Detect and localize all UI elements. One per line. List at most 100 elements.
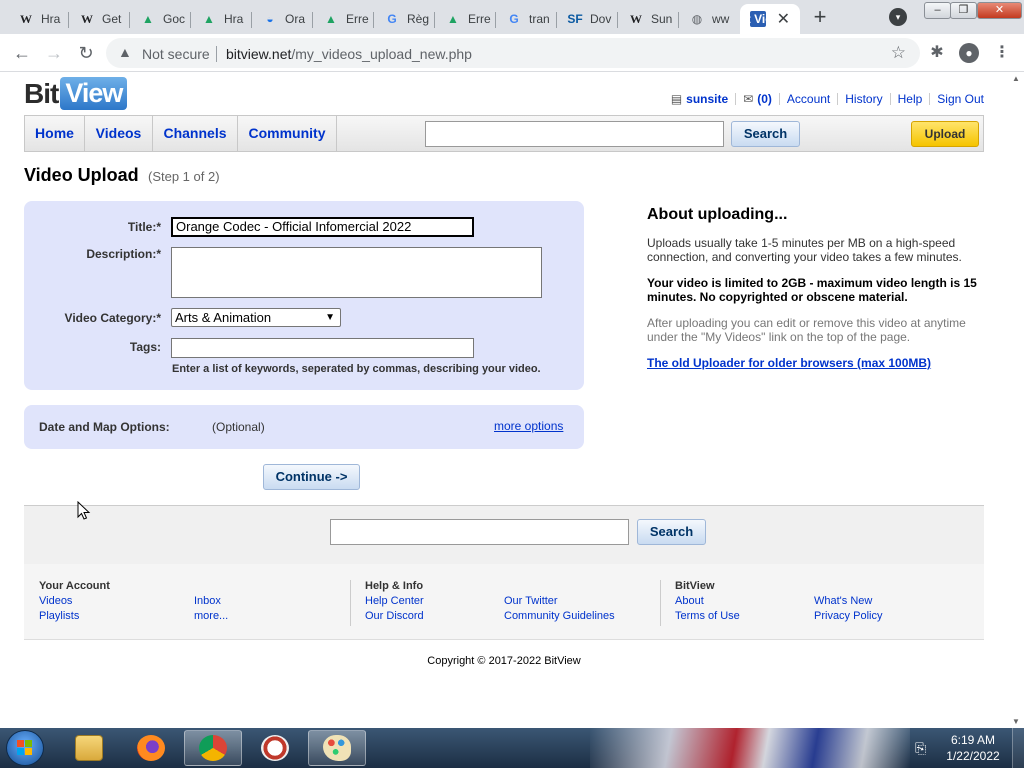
- upload-form-panel: Title:* Orange Codec - Official Infomerc…: [24, 201, 584, 390]
- back-arrow-icon[interactable]: ←: [8, 40, 36, 66]
- continue-button[interactable]: Continue ->: [263, 464, 360, 490]
- nav-tab-home[interactable]: Home: [25, 116, 85, 151]
- browser-tab[interactable]: W Hra: [8, 4, 69, 34]
- history-link[interactable]: History: [845, 92, 882, 106]
- new-tab-button[interactable]: +: [806, 6, 834, 30]
- globe-icon: ◍: [691, 12, 703, 26]
- nav-tab-videos[interactable]: Videos: [85, 116, 153, 151]
- scroll-up-arrow-icon[interactable]: ▲: [1012, 74, 1020, 83]
- window-close-button[interactable]: ✕: [977, 2, 1022, 19]
- address-bar[interactable]: ▲ Not secure bitview.net/my_videos_uploa…: [106, 38, 920, 68]
- footer-search-input[interactable]: [330, 519, 629, 545]
- footer-links: Your Account Videos Playlists Inbox more…: [24, 564, 984, 640]
- extensions-puzzle-icon[interactable]: ✱: [926, 42, 948, 64]
- sign-out-link[interactable]: Sign Out: [937, 92, 984, 106]
- footer-link-playlists[interactable]: Playlists: [39, 610, 79, 622]
- bookmark-star-icon[interactable]: ☆: [891, 43, 906, 63]
- category-select[interactable]: Arts & Animation ▼: [171, 308, 341, 327]
- username-link[interactable]: sunsite: [686, 92, 728, 106]
- tab-search-icon[interactable]: ▾: [889, 8, 907, 26]
- browser-tab-active[interactable]: Bit View ✕: [740, 4, 800, 34]
- browser-tab[interactable]: ▲ Erre: [313, 4, 374, 34]
- taskbar-firefox[interactable]: [122, 730, 180, 766]
- footer-link-help-center[interactable]: Help Center: [365, 595, 424, 607]
- firefox-icon: [137, 735, 165, 761]
- url-text[interactable]: bitview.net/my_videos_upload_new.php: [226, 46, 472, 62]
- taskbar-app[interactable]: [246, 730, 304, 766]
- browser-tab[interactable]: ▲ Goc: [130, 4, 191, 34]
- category-label: Video Category:*: [64, 311, 161, 325]
- browser-tab[interactable]: G tran: [496, 4, 557, 34]
- security-status[interactable]: Not secure: [142, 46, 210, 62]
- browser-tab[interactable]: ◒ Ora: [252, 4, 313, 34]
- date-map-options-panel: Date and Map Options: (Optional) more op…: [24, 405, 584, 449]
- chevron-down-icon: ▼: [325, 312, 335, 323]
- maximize-button[interactable]: ❐: [950, 2, 977, 19]
- header-search-input[interactable]: [425, 121, 724, 147]
- footer-heading-your-account: Your Account: [39, 580, 110, 592]
- forward-arrow-icon[interactable]: →: [40, 40, 68, 66]
- windows-taskbar: ⎘ 6:19 AM 1/22/2022: [0, 728, 1024, 768]
- footer-link-privacy-policy[interactable]: Privacy Policy: [814, 610, 882, 622]
- user-icon: ▤: [670, 92, 683, 106]
- footer-link-videos[interactable]: Videos: [39, 595, 72, 607]
- footer-heading-bitview: BitView: [675, 580, 715, 592]
- footer-link-whats-new[interactable]: What's New: [814, 595, 872, 607]
- title-input[interactable]: Orange Codec - Official Infomercial 2022: [171, 217, 474, 237]
- account-link[interactable]: Account: [787, 92, 830, 106]
- browser-tab[interactable]: ◍ ww: [679, 4, 740, 34]
- user-bar: ▤ sunsite ✉ (0) Account History Help Sig…: [671, 92, 984, 106]
- tags-label: Tags:: [129, 340, 161, 354]
- inbox-count-link[interactable]: (0): [757, 92, 772, 106]
- minimize-button[interactable]: –: [924, 2, 951, 19]
- old-uploader-link[interactable]: The old Uploader for older browsers (max…: [647, 356, 931, 370]
- browser-menu-icon[interactable]: ⋮: [991, 42, 1013, 64]
- network-icon[interactable]: ⎘: [915, 740, 931, 756]
- system-clock[interactable]: 6:19 AM 1/22/2022: [940, 732, 1006, 764]
- taskbar-explorer[interactable]: [60, 730, 118, 766]
- taskbar-chrome[interactable]: [184, 730, 242, 766]
- description-label: Description:*: [86, 247, 161, 261]
- footer-link-our-discord[interactable]: Our Discord: [365, 610, 424, 622]
- upload-button[interactable]: Upload: [911, 121, 979, 147]
- footer-link-more[interactable]: more...: [194, 610, 228, 622]
- browser-tab[interactable]: ▲ Hra: [191, 4, 252, 34]
- header-search-button[interactable]: Search: [731, 121, 800, 147]
- tags-input[interactable]: [171, 338, 474, 358]
- nav-tab-channels[interactable]: Channels: [153, 116, 238, 151]
- close-tab-icon[interactable]: ✕: [777, 9, 790, 29]
- reload-icon[interactable]: ↻: [72, 40, 100, 66]
- footer-search-button[interactable]: Search: [637, 519, 706, 545]
- browser-tab[interactable]: W Get: [69, 4, 130, 34]
- orange-codec-icon: ◒: [266, 12, 274, 26]
- footer-link-community-guidelines[interactable]: Community Guidelines: [504, 610, 615, 622]
- wikipedia-icon: W: [630, 12, 642, 26]
- bitview-logo[interactable]: Bit View: [24, 77, 128, 111]
- footer-heading-help-info: Help & Info: [365, 580, 424, 592]
- footer-link-our-twitter[interactable]: Our Twitter: [504, 595, 558, 607]
- browser-tab[interactable]: W Sun: [618, 4, 679, 34]
- nav-tab-community[interactable]: Community: [238, 116, 337, 151]
- bitview-favicon-icon: Bit View: [740, 11, 782, 27]
- warning-icon[interactable]: ▲: [118, 44, 132, 60]
- browser-tab[interactable]: SF Dov: [557, 4, 618, 34]
- title-label: Title:*: [127, 220, 161, 234]
- wikipedia-icon: W: [81, 12, 93, 26]
- footer-link-about[interactable]: About: [675, 595, 704, 607]
- help-link[interactable]: Help: [898, 92, 923, 106]
- mail-envelope-icon[interactable]: ✉: [743, 92, 753, 106]
- taskbar-paint[interactable]: [308, 730, 366, 766]
- browser-tab[interactable]: ▲ Erre: [435, 4, 496, 34]
- vertical-scrollbar[interactable]: ▲ ▼: [1009, 72, 1024, 728]
- profile-avatar-icon[interactable]: ●: [959, 43, 979, 63]
- show-desktop-button[interactable]: [1012, 728, 1024, 768]
- start-button[interactable]: [6, 730, 44, 766]
- more-options-link[interactable]: more options: [494, 419, 563, 433]
- browser-tab[interactable]: G Règ: [374, 4, 435, 34]
- footer-search-bar: Search: [24, 505, 984, 564]
- footer-link-terms-of-use[interactable]: Terms of Use: [675, 610, 740, 622]
- description-textarea[interactable]: [171, 247, 542, 298]
- scroll-down-arrow-icon[interactable]: ▼: [1012, 717, 1020, 726]
- footer-link-inbox[interactable]: Inbox: [194, 595, 221, 607]
- step-indicator: (Step 1 of 2): [148, 169, 220, 184]
